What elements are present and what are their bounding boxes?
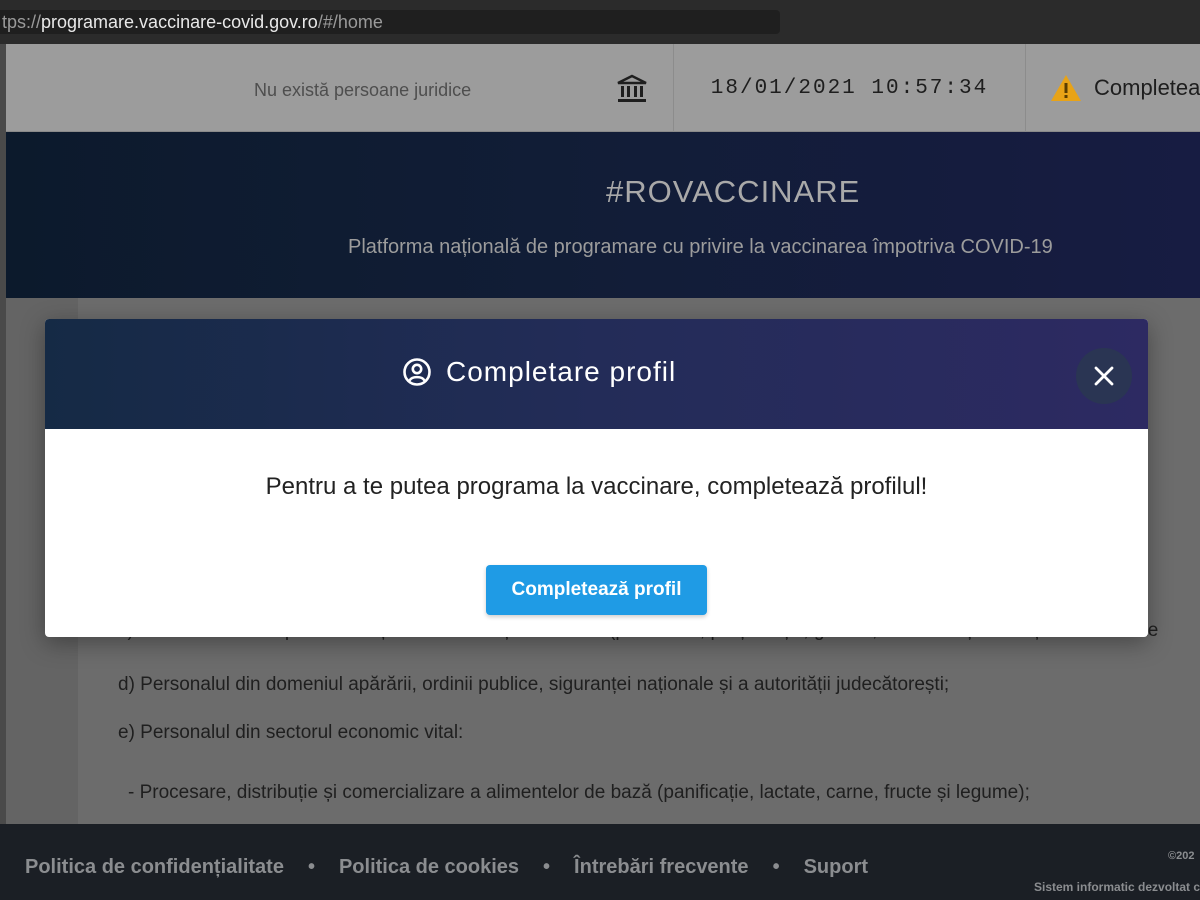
url-scheme: tps://: [2, 12, 42, 32]
footer-system-text: Sistem informatic dezvoltat c: [1034, 880, 1200, 894]
url-host: programare.vaccinare-covid.gov.ro: [41, 12, 318, 32]
footer-link-faq[interactable]: Întrebări frecvente: [574, 856, 749, 879]
modal-header: Completare profil: [45, 319, 1148, 429]
url-hash: #/home: [322, 12, 383, 32]
bank-icon[interactable]: [616, 74, 648, 104]
footer-separator: •: [772, 856, 780, 878]
hero-title: #ROVACCINARE: [606, 174, 861, 209]
complete-profile-button[interactable]: Completează profil: [486, 565, 707, 615]
paragraph-d: d) Personalul din domeniul apărării, ord…: [118, 674, 950, 695]
footer: Politica de confidențialitate • Politica…: [0, 824, 1200, 900]
footer-separator: •: [307, 856, 315, 878]
complete-profile-modal: Completare profil Pentru a te putea prog…: [45, 319, 1148, 637]
footer-link-support[interactable]: Suport: [804, 856, 868, 879]
datetime-display: 18/01/2021 10:57:34: [674, 44, 1026, 132]
footer-copyright: ©202: [1168, 850, 1195, 862]
hero-subtitle: Platforma națională de programare cu pri…: [348, 236, 1053, 258]
warning-icon: [1051, 75, 1081, 101]
modal-title: Completare profil: [402, 356, 676, 388]
modal-close-button[interactable]: [1076, 348, 1132, 404]
paragraph-e-item: - Procesare, distribuție și comercializa…: [128, 782, 1030, 803]
modal-title-text: Completare profil: [446, 356, 677, 387]
user-circle-icon: [403, 358, 431, 386]
complete-profile-warning[interactable]: Completeaz: [1026, 44, 1200, 132]
footer-links: Politica de confidențialitate • Politica…: [25, 856, 868, 879]
paragraph-e: e) Personalul din sectorul economic vita…: [118, 722, 464, 743]
legal-entities-cell[interactable]: Nu există persoane juridice: [6, 44, 674, 132]
hero-banner: #ROVACCINARE Platforma națională de prog…: [6, 132, 1200, 298]
modal-message: Pentru a te putea programa la vaccinare,…: [265, 473, 928, 500]
legal-entities-text: Nu există persoane juridice: [254, 80, 472, 100]
close-icon: [1094, 366, 1114, 386]
footer-link-privacy[interactable]: Politica de confidențialitate: [25, 856, 284, 879]
url-field[interactable]: tps://programare.vaccinare-covid.gov.ro/…: [0, 10, 780, 34]
warning-label: Completeaz: [1094, 75, 1200, 100]
browser-address-bar: tps://programare.vaccinare-covid.gov.ro/…: [0, 0, 1200, 44]
footer-link-cookies[interactable]: Politica de cookies: [339, 856, 519, 879]
footer-separator: •: [543, 856, 551, 878]
top-bar: Nu există persoane juridice 18/01/2021 1…: [6, 44, 1200, 132]
